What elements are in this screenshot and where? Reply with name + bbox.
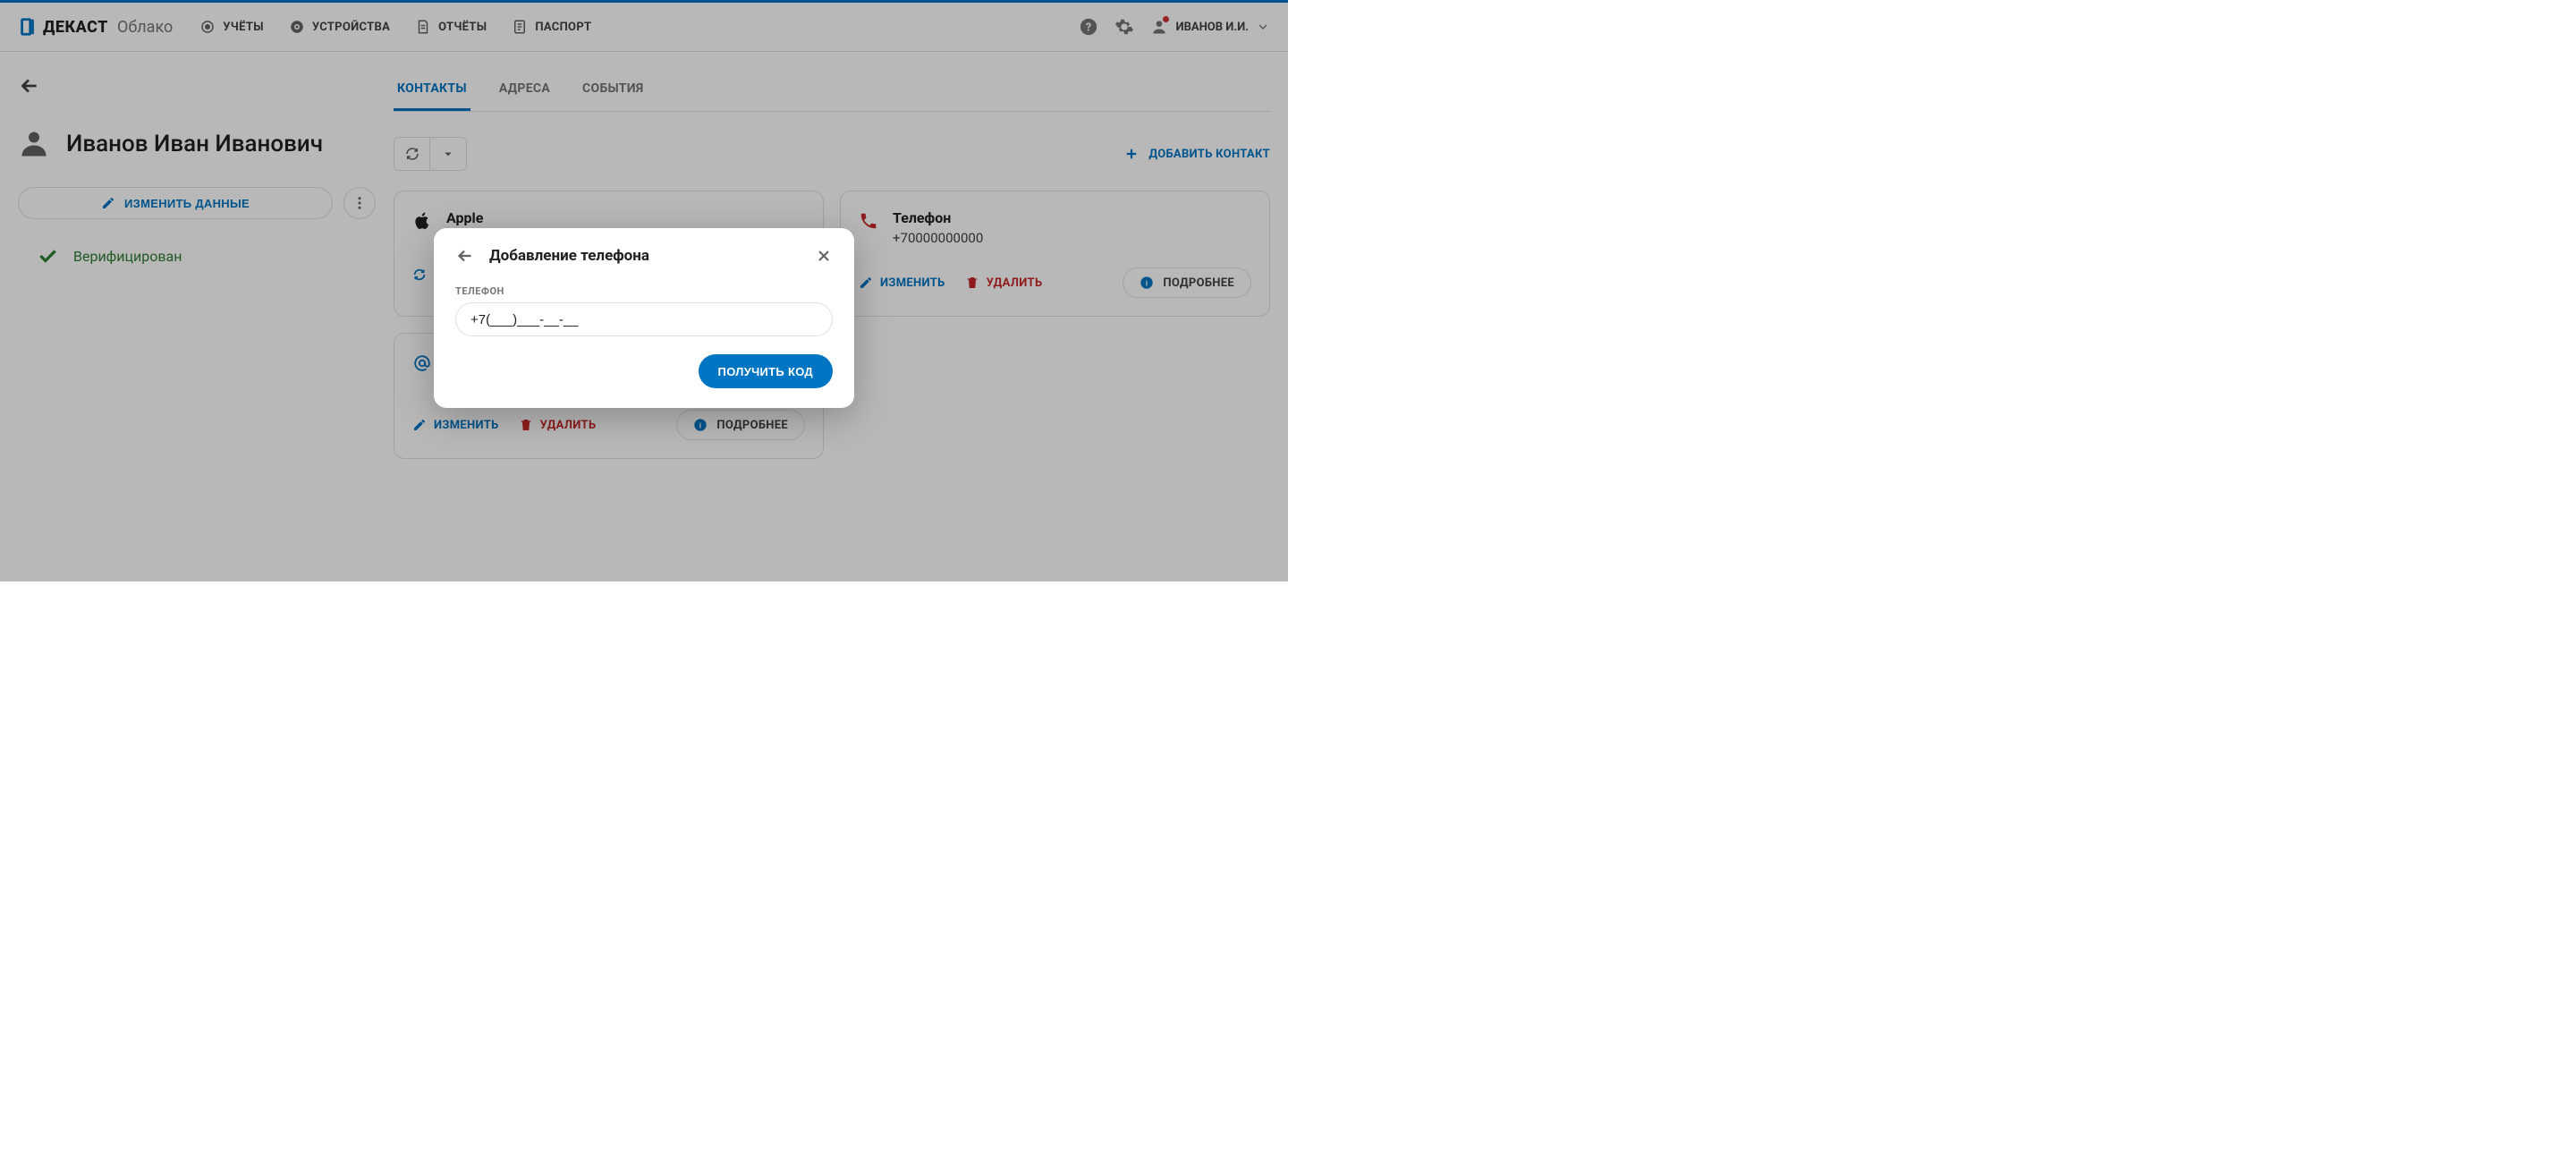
modal-scrim[interactable]: Добавление телефона ТЕЛЕФОН ПОЛУЧИТЬ КОД xyxy=(0,0,1288,582)
modal-title: Добавление телефона xyxy=(489,247,801,265)
get-code-button[interactable]: ПОЛУЧИТЬ КОД xyxy=(699,354,833,388)
add-phone-modal: Добавление телефона ТЕЛЕФОН ПОЛУЧИТЬ КОД xyxy=(434,228,854,408)
modal-back-button[interactable] xyxy=(455,246,475,266)
modal-close-button[interactable] xyxy=(815,247,833,265)
phone-field-label: ТЕЛЕФОН xyxy=(455,285,833,297)
phone-input[interactable] xyxy=(455,302,833,336)
